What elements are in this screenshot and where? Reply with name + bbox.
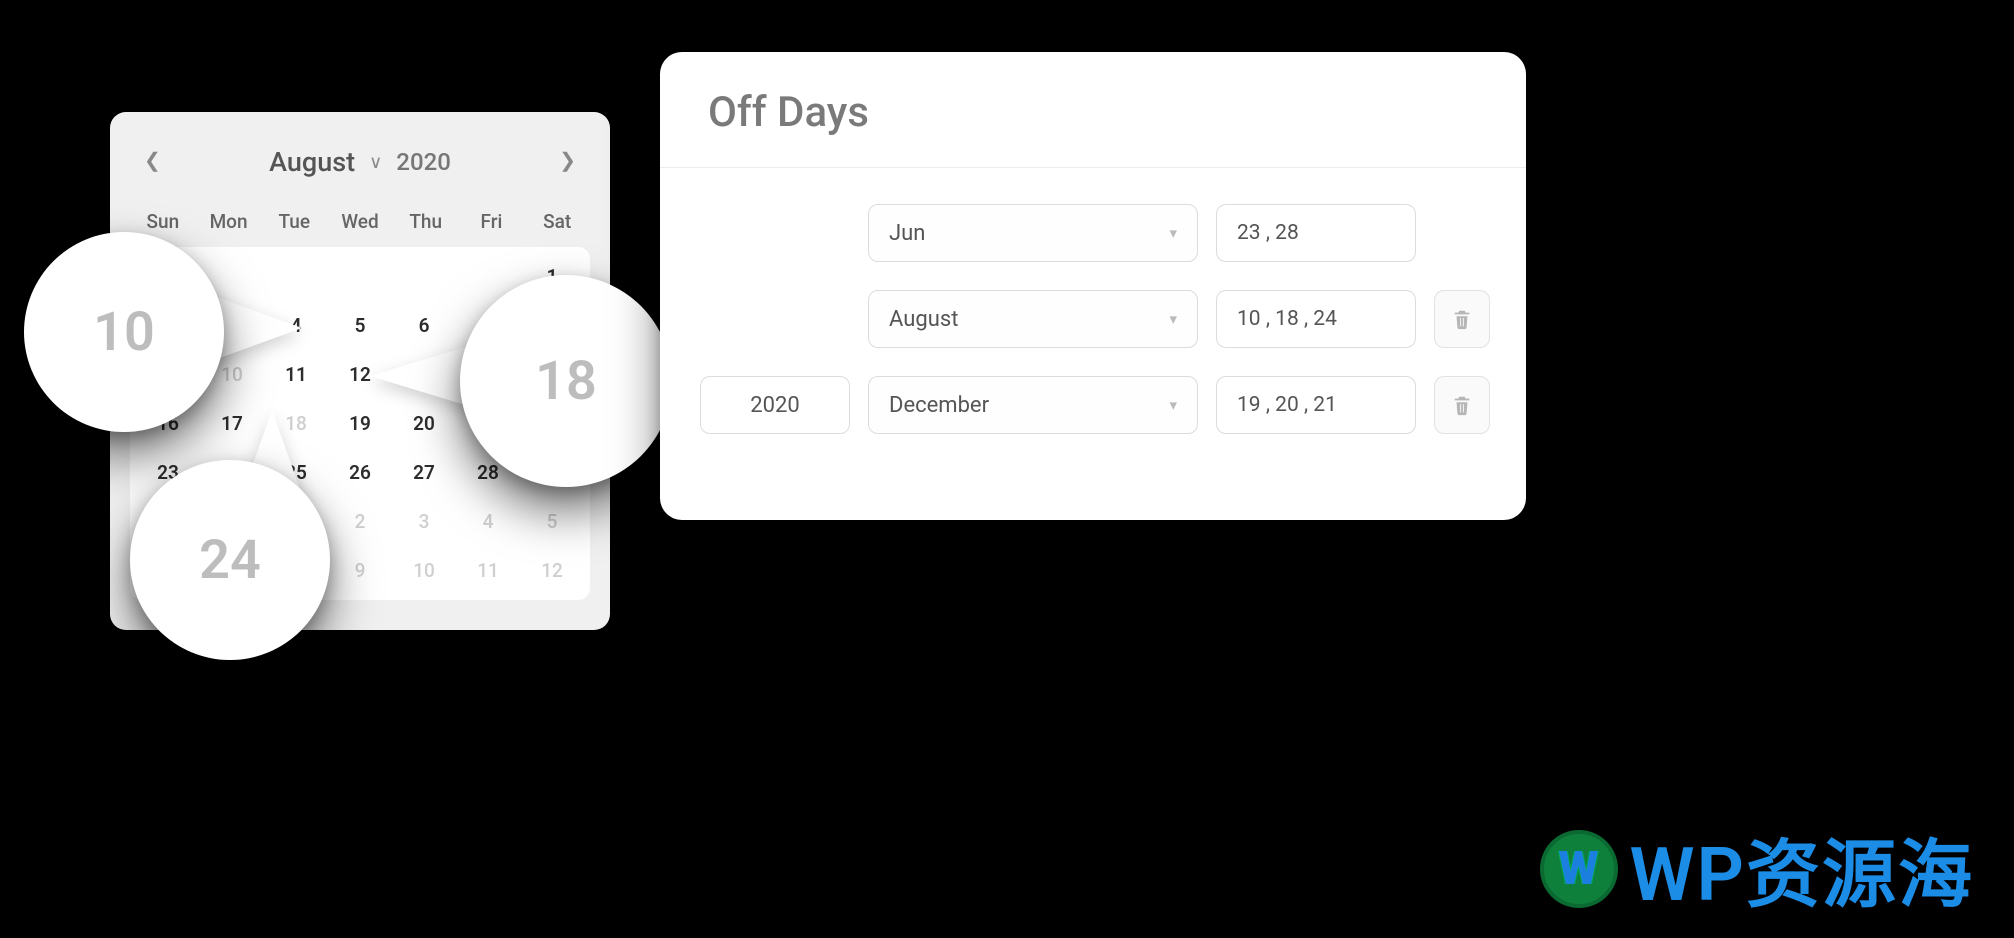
callout-bubble-18: 18 [460, 275, 672, 487]
chevron-down-icon: ▾ [1169, 224, 1177, 242]
calendar-header: ❮ August ∨ 2020 ❯ [130, 136, 590, 202]
off-days-rows: Jun ▾ 23 , 28 August ▾ 10 , 18 , 24 2020 Decemb… [660, 168, 1526, 470]
calendar-day-cell[interactable]: 12 [520, 559, 584, 582]
delete-button[interactable] [1434, 376, 1490, 434]
weekday-label: Tue [261, 210, 327, 233]
calendar-month-label[interactable]: August [269, 146, 355, 178]
weekday-label: Thu [393, 210, 459, 233]
weekday-label: Mon [196, 210, 262, 233]
calendar-day-cell[interactable]: 11 [264, 363, 328, 386]
days-input[interactable]: 19 , 20 , 21 [1216, 376, 1416, 434]
watermark-text: WP资源海 [1630, 815, 1974, 922]
off-days-row: Jun ▾ 23 , 28 [700, 204, 1478, 262]
calendar-day-cell[interactable]: 2 [328, 510, 392, 533]
callout-bubble-24: 24 [130, 460, 330, 660]
panel-title: Off Days [660, 52, 1526, 167]
calendar-day-cell [328, 265, 392, 288]
year-button[interactable]: 2020 [700, 376, 850, 434]
wp-logo-letter: W [1559, 842, 1599, 896]
calendar-day-cell[interactable]: 19 [328, 412, 392, 435]
calendar-day-cell[interactable]: 6 [392, 314, 456, 337]
month-select-value: Jun [889, 221, 925, 246]
calendar-day-cell[interactable]: 9 [328, 559, 392, 582]
watermark: W WP资源海 [1540, 815, 1974, 922]
calendar-day-cell [392, 265, 456, 288]
calendar-day-cell[interactable]: 4 [456, 510, 520, 533]
calendar-day-cell[interactable]: 3 [392, 510, 456, 533]
calendar-year-label[interactable]: 2020 [396, 148, 451, 176]
weekday-label: Sat [524, 210, 590, 233]
off-days-panel: Off Days Jun ▾ 23 , 28 August ▾ 10 , 18 , 24 2… [660, 52, 1526, 520]
calendar-day-cell[interactable]: 27 [392, 461, 456, 484]
month-select[interactable]: August ▾ [868, 290, 1198, 348]
off-days-row: 2020 December ▾ 19 , 20 , 21 [700, 376, 1478, 434]
off-days-row: August ▾ 10 , 18 , 24 [700, 290, 1478, 348]
month-select[interactable]: December ▾ [868, 376, 1198, 434]
calendar-day-cell[interactable]: 20 [392, 412, 456, 435]
trash-icon [1451, 393, 1473, 417]
calendar-day-cell [456, 265, 520, 288]
trash-icon [1451, 307, 1473, 331]
callout-bubble-10: 10 [24, 232, 224, 432]
chevron-down-icon[interactable]: ∨ [369, 152, 382, 173]
calendar-weekday-row: SunMonTueWedThuFriSat [130, 202, 590, 247]
calendar-day-cell[interactable]: 10 [392, 559, 456, 582]
calendar-day-cell[interactable]: 5 [520, 510, 584, 533]
chevron-down-icon: ▾ [1169, 310, 1177, 328]
month-select-value: December [889, 393, 989, 418]
calendar-next-icon[interactable]: ❯ [559, 148, 576, 172]
days-input[interactable]: 23 , 28 [1216, 204, 1416, 262]
weekday-label: Fri [459, 210, 525, 233]
month-select-value: August [889, 307, 958, 332]
chevron-down-icon: ▾ [1169, 396, 1177, 414]
calendar-day-cell[interactable]: 11 [456, 559, 520, 582]
delete-button[interactable] [1434, 290, 1490, 348]
calendar-day-cell [264, 265, 328, 288]
weekday-label: Sun [130, 210, 196, 233]
weekday-label: Wed [327, 210, 393, 233]
calendar-day-cell[interactable]: 26 [328, 461, 392, 484]
month-select[interactable]: Jun ▾ [868, 204, 1198, 262]
calendar-day-cell[interactable]: 5 [328, 314, 392, 337]
wp-logo-icon: W [1540, 830, 1618, 908]
calendar-prev-icon[interactable]: ❮ [144, 148, 161, 172]
days-input[interactable]: 10 , 18 , 24 [1216, 290, 1416, 348]
